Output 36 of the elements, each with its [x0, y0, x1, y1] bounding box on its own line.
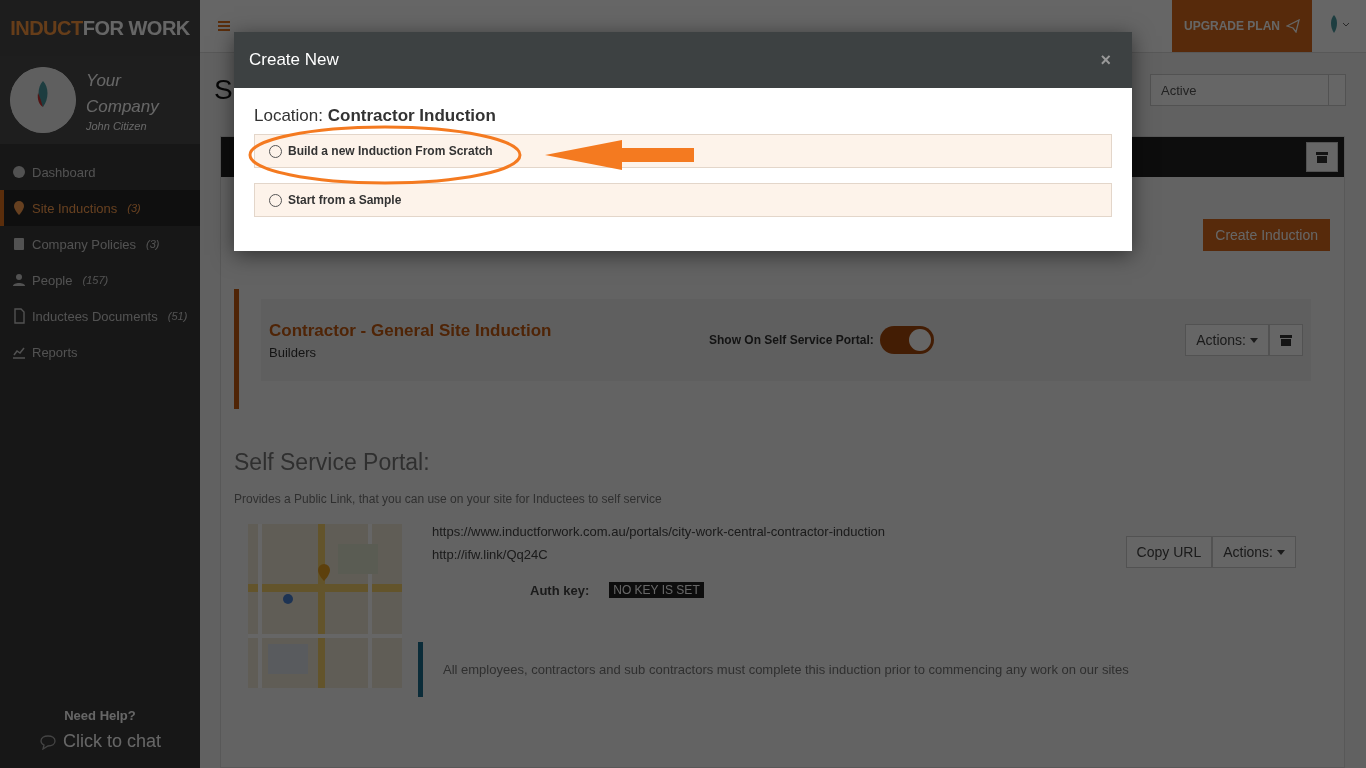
induction-subtitle: Builders	[269, 344, 316, 360]
create-induction-button[interactable]: Create Induction	[1203, 219, 1330, 251]
dialog-title: Create New	[249, 50, 339, 70]
auth-key-badge: NO KEY IS SET	[609, 582, 704, 598]
option-row[interactable]: Start from a Sample	[254, 183, 1112, 217]
actions-dropdown[interactable]: Actions:	[1212, 536, 1296, 568]
company-name: Your Company	[86, 70, 161, 118]
upgrade-button[interactable]: UPGRADE PLAN	[1172, 0, 1312, 52]
option-row[interactable]: Build a new Induction From Scratch	[254, 134, 1112, 168]
location-label: Location: Contractor Induction	[254, 106, 497, 126]
copy-url-button[interactable]: Copy URL	[1125, 536, 1213, 568]
archive-icon	[1280, 334, 1292, 346]
send-icon	[1286, 19, 1300, 33]
company-logo-icon	[10, 67, 76, 133]
chat-link[interactable]: Click to chat	[38, 731, 161, 752]
caret-icon	[1250, 337, 1258, 343]
help-title: Need Help?	[64, 708, 136, 723]
page-title: S	[214, 74, 233, 106]
chat-icon	[38, 733, 57, 750]
archive-icon	[1316, 151, 1328, 163]
portal-url[interactable]: https://www.inductforwork.com.au/portals/city-work-central-contractor-induction	[432, 524, 885, 539]
portal-toggle[interactable]	[879, 326, 934, 354]
archive-button[interactable]	[1269, 324, 1303, 356]
status-select[interactable]: Active	[1150, 74, 1346, 106]
actions-dropdown[interactable]: Actions:	[1185, 324, 1269, 356]
induction-title[interactable]: Contractor - General Site Induction	[269, 320, 689, 341]
archive-button[interactable]	[1306, 142, 1338, 172]
menu-icon[interactable]	[218, 21, 230, 31]
portal-toggle-label: Show On Self Service Portal:	[709, 333, 874, 347]
short-url[interactable]: http://ifw.link/Qq24C	[432, 547, 548, 562]
user-name: John Citizen	[86, 120, 148, 132]
nav-item[interactable]: Site Inductions (3)	[0, 190, 200, 226]
auth-key-label: Auth key:	[530, 582, 590, 598]
close-button[interactable]: ×	[1094, 48, 1117, 72]
brand-logo: INDUCTFOR WORK	[0, 0, 200, 56]
caret-icon	[1277, 549, 1285, 555]
